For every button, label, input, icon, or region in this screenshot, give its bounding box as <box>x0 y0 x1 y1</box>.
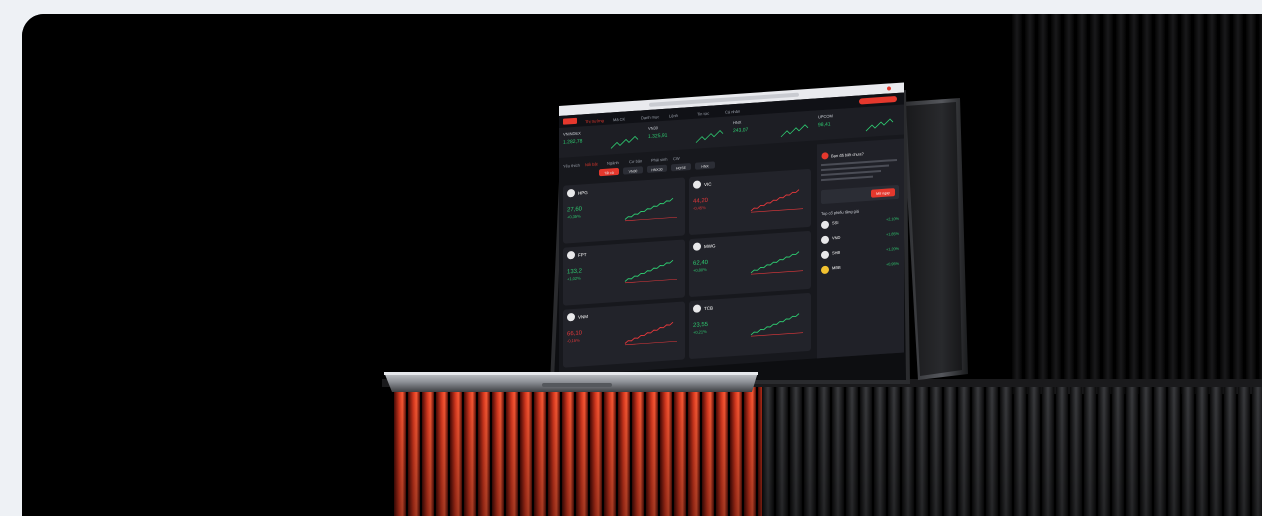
stock-change: -0,15% <box>567 338 580 344</box>
stock-code: HPG <box>578 190 588 196</box>
side-list-code: SHB <box>832 250 841 256</box>
stock-code: MWG <box>704 243 716 249</box>
laptop-screen: Thị trường Mã CK Danh mục Lệnh Tin tức Cá nhâ… <box>559 82 904 376</box>
side-list-code: VND <box>832 235 841 241</box>
filter-chip: HNX <box>701 164 709 169</box>
side-list-code: MBB <box>832 265 841 271</box>
index-value: 98,41 <box>818 121 831 128</box>
filter-chip: Tất cả <box>604 171 614 176</box>
index-value: 243,07 <box>733 127 748 134</box>
filter-chip: HNX30 <box>651 167 662 172</box>
index-name: UPCOM <box>818 113 833 119</box>
tab-item: Ngành <box>607 160 619 166</box>
filter-chip: VN30 <box>629 169 638 174</box>
tab-item: Cơ bản <box>629 158 642 164</box>
hero-scene: Thị trường Mã CK Danh mục Lệnh Tin tức Cá nhâ… <box>22 14 1262 516</box>
stock-change: +0,35% <box>567 213 581 219</box>
stock-change: +1,02% <box>567 275 581 281</box>
nav-item: Cá nhân <box>725 109 740 115</box>
stock-code: FPT <box>578 252 587 258</box>
nav-item: Mã CK <box>613 116 626 122</box>
tab-item: Nổi bật <box>585 161 599 167</box>
side-list-code: SSI <box>832 220 838 225</box>
stock-change: +0,80% <box>693 267 707 273</box>
stock-price: 23,55 <box>693 322 709 329</box>
stock-price: 62,40 <box>693 260 709 267</box>
hero-banner: Thị trường Mã CK Danh mục Lệnh Tin tức Cá nhâ… <box>22 14 1262 516</box>
pedestal <box>382 379 1262 516</box>
stock-change: -0,45% <box>693 205 706 211</box>
stock-code: VNM <box>578 314 588 320</box>
stock-price: 44,20 <box>693 198 709 205</box>
stock-code: VIC <box>704 182 712 188</box>
filter-chip: HOSE <box>676 166 687 171</box>
tab-item: CW <box>673 156 680 161</box>
nav-item: Lệnh <box>669 113 678 119</box>
stock-price: 27,60 <box>567 206 583 213</box>
stock-code: TCB <box>704 306 713 312</box>
stock-price: 66,10 <box>567 330 583 337</box>
stock-price: 133,2 <box>567 268 583 275</box>
stock-change: +0,21% <box>693 329 707 335</box>
index-name: VN30 <box>648 125 659 131</box>
index-name: HNX <box>733 120 742 126</box>
nav-item: Tin tức <box>697 111 709 117</box>
